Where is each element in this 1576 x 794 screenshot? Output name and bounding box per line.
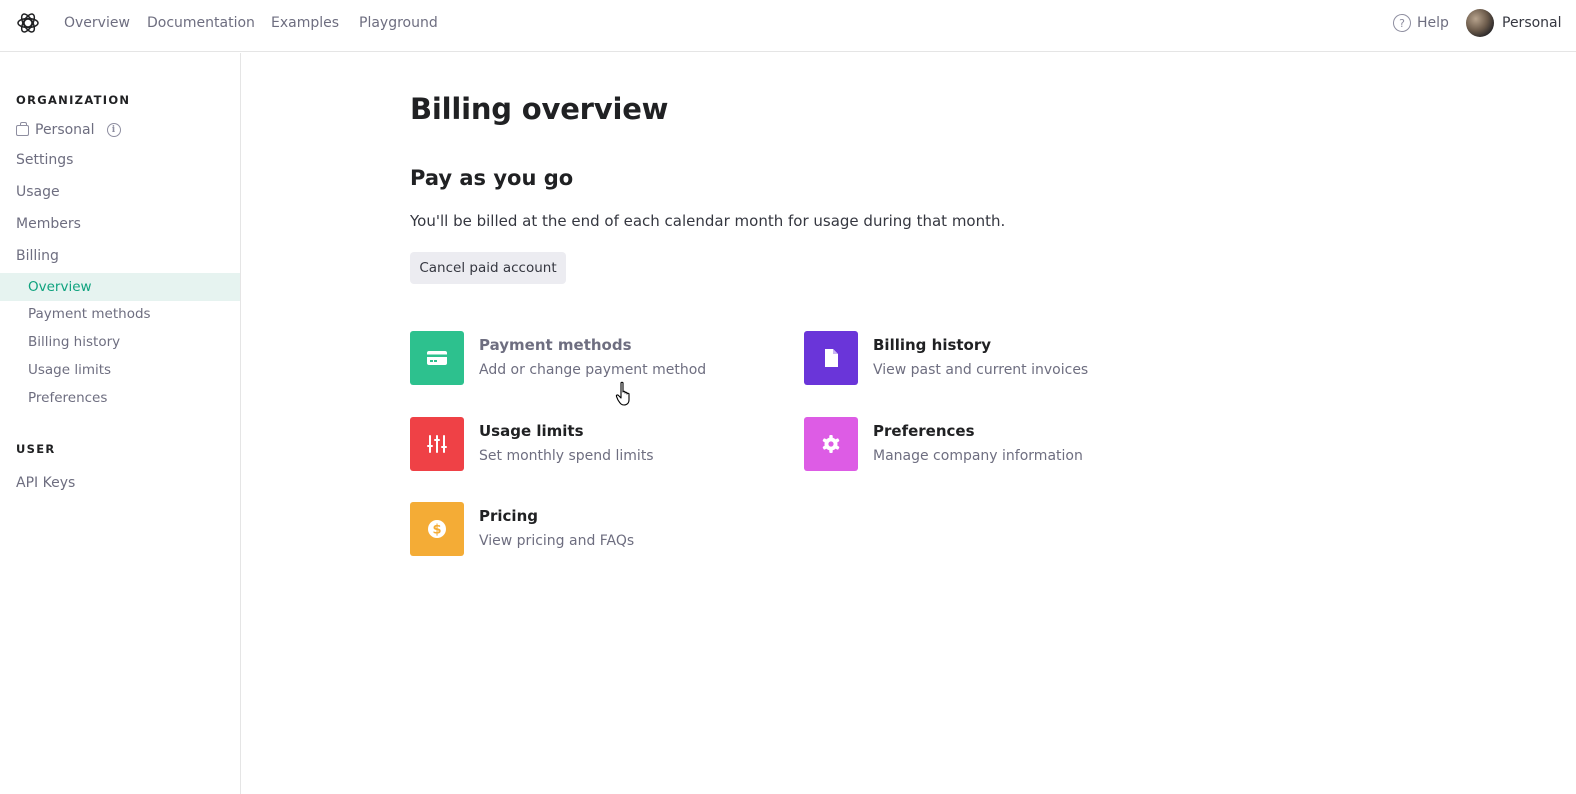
help-link[interactable]: ? Help: [1393, 14, 1449, 32]
document-icon: [825, 349, 838, 367]
card-tile: [804, 417, 858, 471]
hand-cursor-icon: [615, 381, 630, 406]
org-switcher[interactable]: Personal i: [16, 121, 121, 138]
sidebar-item-usage[interactable]: Usage: [16, 183, 60, 201]
card-subtitle: View pricing and FAQs: [479, 533, 635, 549]
card-tile: [804, 331, 858, 385]
card-subtitle: View past and current invoices: [873, 362, 1089, 378]
card-billing-history[interactable]: Billing history View past and current in…: [804, 331, 1088, 385]
card-tile: [410, 417, 464, 471]
info-icon[interactable]: i: [106, 123, 121, 137]
card-tile: [410, 331, 464, 385]
sidebar-subitem-payment-methods[interactable]: Payment methods: [0, 300, 240, 328]
help-icon: ?: [1393, 14, 1411, 32]
plan-description: You'll be billed at the end of each cale…: [410, 212, 1006, 230]
briefcase-icon: [16, 121, 29, 136]
sidebar-item-api-keys[interactable]: API Keys: [16, 474, 75, 492]
nav-documentation[interactable]: Documentation: [147, 14, 255, 32]
org-name: Personal: [35, 122, 95, 138]
credit-card-icon: [427, 351, 447, 365]
sidebar-subitem-billing-history[interactable]: Billing history: [0, 328, 240, 356]
cancel-paid-account-button[interactable]: Cancel paid account: [410, 252, 566, 284]
page-title: Billing overview: [410, 92, 669, 126]
plan-title: Pay as you go: [410, 166, 574, 190]
nav-overview[interactable]: Overview: [64, 14, 130, 32]
sidebar-item-billing[interactable]: Billing: [16, 247, 59, 265]
sidebar-subitem-usage-limits[interactable]: Usage limits: [0, 356, 240, 384]
card-title: Billing history: [873, 336, 992, 354]
sidebar-item-members[interactable]: Members: [16, 215, 81, 233]
card-subtitle: Add or change payment method: [479, 362, 707, 378]
account-menu[interactable]: Personal: [1466, 9, 1562, 37]
account-label: Personal: [1502, 15, 1562, 31]
dollar-icon: $: [428, 520, 446, 538]
sidebar-subitem-preferences[interactable]: Preferences: [0, 384, 240, 412]
help-label: Help: [1417, 15, 1449, 31]
card-tile: $: [410, 502, 464, 556]
card-subtitle: Set monthly spend limits: [479, 448, 654, 464]
top-navigation: Overview Documentation Examples Playgrou…: [0, 0, 1576, 52]
openai-logo-icon[interactable]: [16, 11, 40, 35]
card-title: Pricing: [479, 507, 538, 525]
card-payment-methods[interactable]: Payment methods Add or change payment me…: [410, 331, 706, 385]
sidebar-item-settings[interactable]: Settings: [16, 151, 73, 169]
card-title: Payment methods: [479, 336, 632, 354]
card-usage-limits[interactable]: Usage limits Set monthly spend limits: [410, 417, 654, 471]
organization-heading: ORGANIZATION: [16, 93, 131, 107]
card-title: Usage limits: [479, 422, 584, 440]
nav-examples[interactable]: Examples: [271, 14, 339, 32]
card-title: Preferences: [873, 422, 975, 440]
card-subtitle: Manage company information: [873, 448, 1083, 464]
avatar: [1466, 9, 1494, 37]
sliders-icon: [427, 435, 447, 453]
gear-icon: [822, 435, 840, 453]
user-heading: USER: [16, 442, 56, 456]
card-pricing[interactable]: $ Pricing View pricing and FAQs: [410, 502, 634, 556]
nav-playground[interactable]: Playground: [359, 14, 438, 32]
svg-text:$: $: [432, 523, 441, 538]
sidebar-subitem-overview[interactable]: Overview: [0, 273, 240, 301]
card-preferences[interactable]: Preferences Manage company information: [804, 417, 1083, 471]
sidebar: ORGANIZATION Personal i Settings Usage M…: [0, 53, 241, 794]
